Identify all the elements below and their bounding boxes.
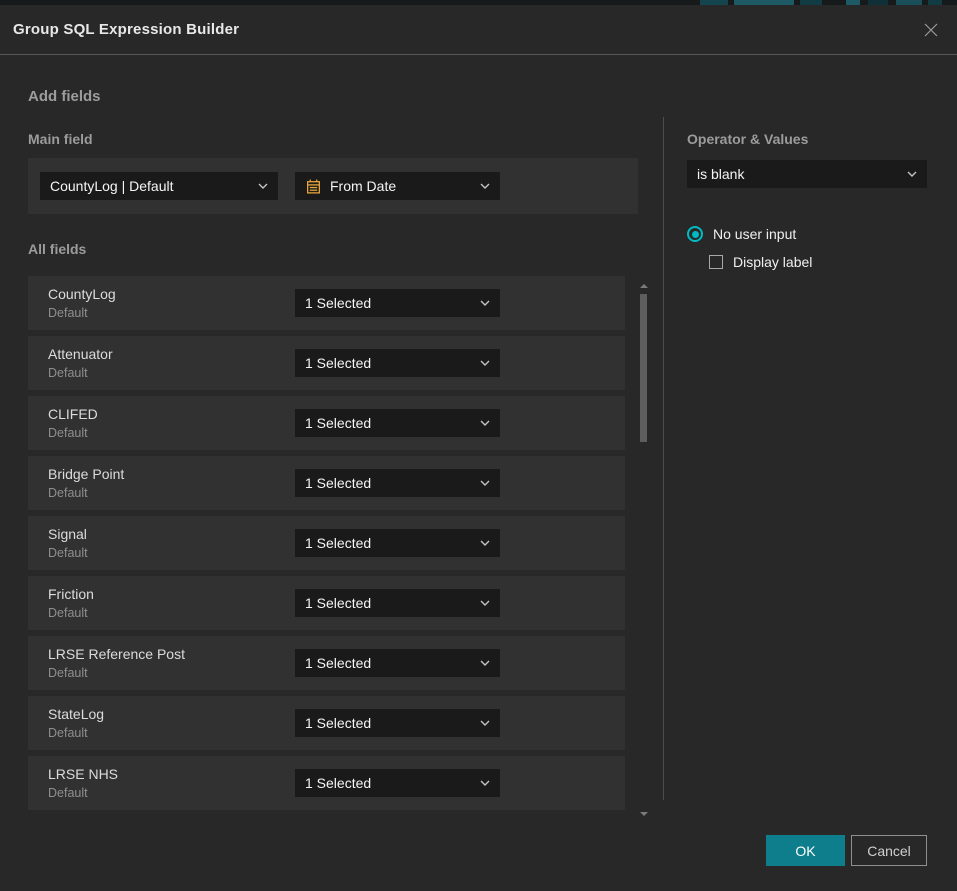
field-selected-value: 1 Selected — [305, 775, 472, 791]
chevron-down-icon — [472, 300, 490, 306]
operator-values-heading: Operator & Values — [687, 131, 927, 147]
field-selected-value: 1 Selected — [305, 415, 472, 431]
no-user-input-label: No user input — [713, 226, 796, 242]
field-subtitle: Default — [48, 786, 118, 800]
all-fields-label: All fields — [28, 241, 640, 257]
chevron-down-icon — [472, 720, 490, 726]
display-label-checkbox[interactable]: Display label — [709, 254, 927, 270]
field-selected-value: 1 Selected — [305, 295, 472, 311]
field-selected-value: 1 Selected — [305, 715, 472, 731]
checkbox-unchecked-icon — [709, 255, 723, 269]
field-selected-dropdown[interactable]: 1 Selected — [295, 709, 500, 737]
field-subtitle: Default — [48, 306, 116, 320]
dialog-footer: OK Cancel — [0, 835, 957, 891]
chevron-down-icon — [472, 540, 490, 546]
field-name: Friction — [48, 586, 94, 603]
field-selected-value: 1 Selected — [305, 595, 472, 611]
panel-divider — [663, 117, 664, 800]
field-subtitle: Default — [48, 726, 104, 740]
ok-button[interactable]: OK — [766, 835, 845, 866]
field-subtitle: Default — [48, 546, 88, 560]
field-row: Bridge Point Default 1 Selected — [28, 456, 625, 510]
all-fields-list: CountyLog Default 1 Selected Attenuator … — [28, 276, 648, 810]
field-row: Friction Default 1 Selected — [28, 576, 625, 630]
scrollbar-down-icon[interactable] — [640, 812, 648, 816]
radio-selected-icon — [687, 226, 703, 242]
main-field-layer-dropdown[interactable]: CountyLog | Default — [40, 172, 278, 200]
field-name: StateLog — [48, 706, 104, 723]
field-row: LRSE Reference Post Default 1 Selected — [28, 636, 625, 690]
dialog-header: Group SQL Expression Builder — [0, 5, 957, 55]
field-row: LRSE NHS Default 1 Selected — [28, 756, 625, 810]
field-subtitle: Default — [48, 366, 113, 380]
field-row: StateLog Default 1 Selected — [28, 696, 625, 750]
main-field-layer-value: CountyLog | Default — [50, 178, 250, 194]
field-selected-dropdown[interactable]: 1 Selected — [295, 409, 500, 437]
add-fields-heading: Add fields — [28, 88, 640, 105]
list-scrollbar[interactable] — [639, 278, 648, 816]
field-name: Bridge Point — [48, 466, 124, 483]
field-subtitle: Default — [48, 666, 185, 680]
chevron-down-icon — [472, 360, 490, 366]
field-selected-value: 1 Selected — [305, 655, 472, 671]
chevron-down-icon — [472, 660, 490, 666]
calendar-icon — [305, 178, 322, 195]
field-selected-value: 1 Selected — [305, 475, 472, 491]
chevron-down-icon — [472, 480, 490, 486]
cancel-button[interactable]: Cancel — [851, 835, 927, 866]
scrollbar-up-icon[interactable] — [640, 284, 648, 288]
close-icon — [923, 22, 939, 38]
field-name: LRSE Reference Post — [48, 646, 185, 663]
chevron-down-icon — [472, 183, 490, 189]
chevron-down-icon — [899, 171, 917, 177]
field-name: CountyLog — [48, 286, 116, 303]
field-name: LRSE NHS — [48, 766, 118, 783]
scrollbar-thumb[interactable] — [640, 294, 647, 442]
field-selected-dropdown[interactable]: 1 Selected — [295, 649, 500, 677]
chevron-down-icon — [472, 780, 490, 786]
field-subtitle: Default — [48, 486, 124, 500]
field-name: CLIFED — [48, 406, 98, 423]
operator-value: is blank — [697, 166, 899, 182]
field-row: CountyLog Default 1 Selected — [28, 276, 625, 330]
chevron-down-icon — [472, 420, 490, 426]
field-selected-dropdown[interactable]: 1 Selected — [295, 529, 500, 557]
operator-dropdown[interactable]: is blank — [687, 160, 927, 188]
display-label-label: Display label — [733, 254, 812, 270]
main-field-label: Main field — [28, 131, 640, 147]
field-selected-value: 1 Selected — [305, 355, 472, 371]
field-selected-dropdown[interactable]: 1 Selected — [295, 349, 500, 377]
chevron-down-icon — [472, 600, 490, 606]
close-button[interactable] — [921, 20, 941, 40]
field-selected-dropdown[interactable]: 1 Selected — [295, 589, 500, 617]
no-user-input-radio[interactable]: No user input — [687, 226, 927, 242]
field-selected-value: 1 Selected — [305, 535, 472, 551]
dialog-title: Group SQL Expression Builder — [13, 21, 239, 38]
field-selected-dropdown[interactable]: 1 Selected — [295, 769, 500, 797]
field-selected-dropdown[interactable]: 1 Selected — [295, 289, 500, 317]
field-subtitle: Default — [48, 426, 98, 440]
group-sql-expression-builder-dialog: Group SQL Expression Builder Add fields … — [0, 5, 957, 891]
field-selected-dropdown[interactable]: 1 Selected — [295, 469, 500, 497]
chevron-down-icon — [250, 183, 268, 189]
field-row: Attenuator Default 1 Selected — [28, 336, 625, 390]
field-name: Signal — [48, 526, 88, 543]
main-field-panel: CountyLog | Default — [28, 158, 638, 214]
main-field-field-dropdown[interactable]: From Date — [295, 172, 500, 200]
field-row: Signal Default 1 Selected — [28, 516, 625, 570]
field-name: Attenuator — [48, 346, 113, 363]
field-subtitle: Default — [48, 606, 94, 620]
main-field-field-value: From Date — [330, 178, 464, 194]
field-row: CLIFED Default 1 Selected — [28, 396, 625, 450]
